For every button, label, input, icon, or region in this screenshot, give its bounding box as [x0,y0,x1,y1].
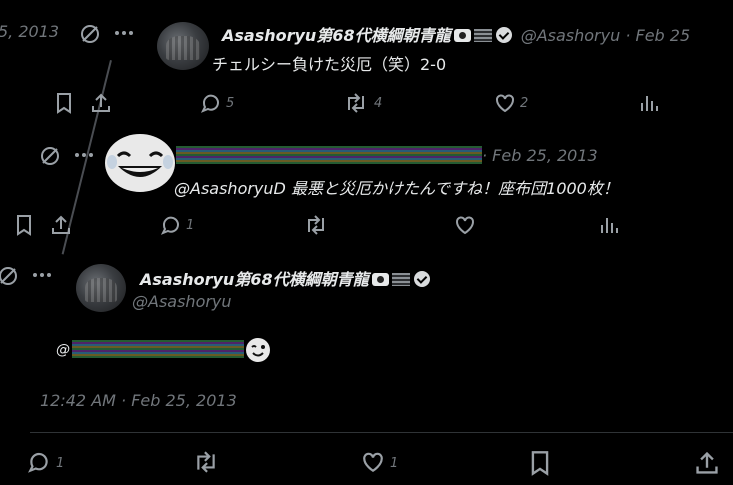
no-sign-icon[interactable] [78,22,102,46]
more-icon[interactable] [32,272,52,278]
tweet1-edge-date: 5, 2013 [0,22,60,41]
retweet-icon[interactable] [304,214,328,236]
tweet3-author-name[interactable]: Asashoryu第68代横綱朝青龍 [140,270,369,289]
no-sign-icon[interactable] [38,144,62,168]
tweet3-timestamp[interactable]: 12:42 AM · Feb 25, 2013 [40,391,237,410]
striped-flag-icon [473,29,492,42]
tweet3-header: Asashoryu第68代横綱朝青龍 [140,266,430,290]
tweet3-like-count: 1 [390,456,399,471]
share-icon[interactable] [90,92,112,114]
tweet3-handle[interactable]: @Asashoryu [132,292,232,311]
flag-icon [453,29,471,42]
share-icon[interactable] [50,214,72,236]
retweet-icon[interactable] [344,92,368,114]
tweet3-body: @ [56,339,70,358]
tweet1-text: チェルシー負けた災厄（笑）2-0 [212,55,447,74]
tweet2-text: @AsashoryuD 最悪と災厄かけたんですね！座布団1000枚！ [174,179,619,198]
views-icon[interactable] [598,214,620,236]
tweet1-handle[interactable]: @Asashoryu [521,26,621,45]
reply-icon[interactable] [160,214,182,236]
divider [30,432,733,433]
tweet2-date[interactable]: · Feb 25, 2013 [482,146,598,165]
more-icon[interactable] [74,152,94,158]
no-sign-icon[interactable] [0,264,20,288]
like-icon[interactable] [494,92,516,114]
like-icon[interactable] [454,214,476,236]
tweet3-reply-count: 1 [56,456,65,471]
more-icon[interactable] [114,30,134,36]
reply-icon[interactable] [200,92,222,114]
views-icon[interactable] [638,92,660,114]
share-icon[interactable] [694,450,720,476]
redacted-name-bar [176,146,482,164]
like-icon[interactable] [360,450,386,474]
tweet1-retweet-count: 4 [374,96,383,111]
verified-badge-icon [495,27,512,43]
bookmark-icon[interactable] [528,450,552,476]
bookmark-icon[interactable] [14,214,34,236]
tweet1-reply-count: 5 [226,96,235,111]
redacted-mention-bar [72,340,244,358]
reply-icon[interactable] [26,450,52,474]
striped-flag-icon [391,273,410,286]
retweet-icon[interactable] [192,450,220,474]
winking-emoji-icon [245,337,271,363]
tweet1-date[interactable]: · Feb 25 [625,26,690,45]
tweet3-avatar[interactable] [76,264,126,312]
tweet1-header: Asashoryu第68代横綱朝青龍 @Asashoryu · Feb 25 [222,22,690,46]
tweet1-avatar[interactable] [157,22,209,70]
flag-icon [371,273,389,286]
tweet1-like-count: 2 [520,96,529,111]
tweet1-author-name[interactable]: Asashoryu第68代横綱朝青龍 [222,26,451,45]
tweet2-reply-count: 1 [186,218,195,233]
bookmark-icon[interactable] [54,92,74,114]
laughing-emoji-avatar-icon[interactable] [102,132,178,194]
tweet3-mention-prefix[interactable]: @ [56,342,70,358]
verified-badge-icon [413,271,430,287]
